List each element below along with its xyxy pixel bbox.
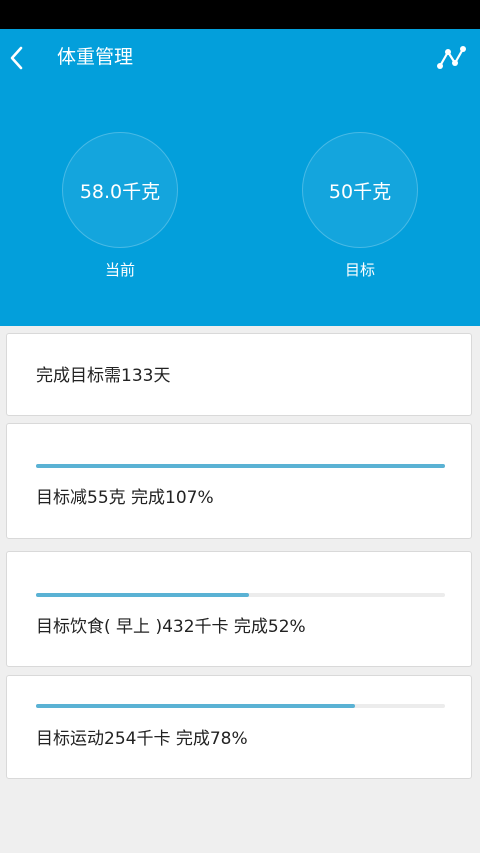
- weight-goal-text: 目标减55克 完成107%: [36, 488, 214, 508]
- current-weight: 58.0千克 当前: [62, 132, 178, 280]
- days-remaining-card: 完成目标需133天: [6, 333, 472, 416]
- weight-progress-fill: [36, 464, 445, 468]
- current-weight-label: 当前: [104, 261, 135, 279]
- current-weight-circle: 58.0千克: [62, 132, 178, 248]
- diet-progress-fill: [36, 593, 249, 597]
- diet-progress-bar: [36, 593, 445, 597]
- current-weight-value: 58.0千克: [79, 180, 161, 203]
- header: 体重管理 58.0千克 当前 50千克 目标: [0, 29, 480, 326]
- chevron-left-icon: [10, 46, 23, 70]
- page-title: 体重管理: [57, 46, 134, 68]
- diet-goal-card: 目标饮食( 早上 )432千卡 完成52%: [6, 551, 472, 667]
- line-chart-icon: [437, 46, 466, 69]
- days-remaining-text: 完成目标需133天: [36, 366, 171, 386]
- target-weight[interactable]: 50千克 目标: [302, 132, 418, 280]
- exercise-goal-card: 目标运动254千卡 完成78%: [6, 675, 472, 779]
- weight-goal-card: 目标减55克 完成107%: [6, 423, 472, 539]
- exercise-goal-text: 目标运动254千卡 完成78%: [36, 729, 248, 749]
- target-weight-circle[interactable]: 50千克: [302, 132, 418, 248]
- status-bar: [0, 0, 480, 29]
- toolbar: 体重管理: [0, 29, 480, 85]
- diet-goal-text: 目标饮食( 早上 )432千卡 完成52%: [36, 617, 306, 637]
- exercise-progress-fill: [36, 704, 356, 708]
- target-weight-value: 50千克: [328, 180, 392, 203]
- chart-button[interactable]: [430, 39, 472, 77]
- exercise-progress-bar: [36, 704, 445, 708]
- target-weight-label: 目标: [344, 261, 375, 279]
- back-button[interactable]: [0, 29, 40, 85]
- weight-progress-bar: [36, 464, 445, 468]
